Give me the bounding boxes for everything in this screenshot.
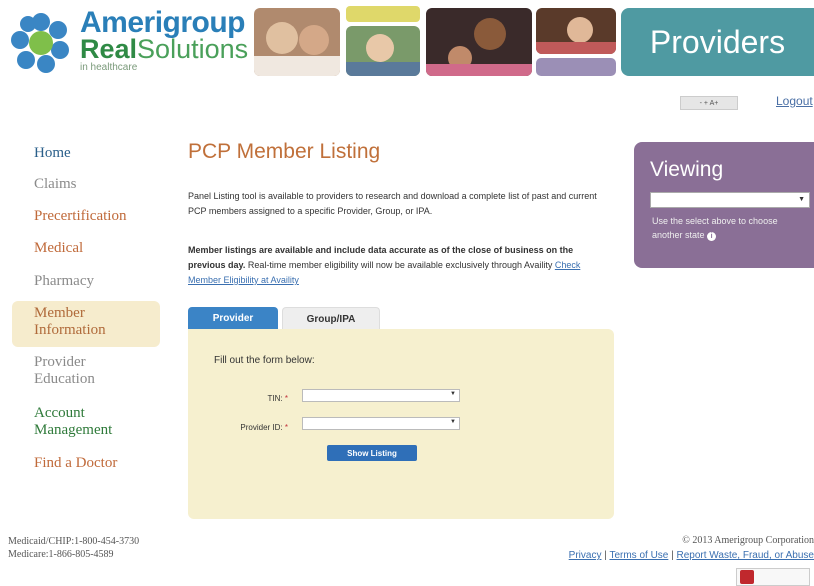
footer-copyright: © 2013 Amerigroup Corporation xyxy=(682,535,814,546)
show-listing-button[interactable]: Show Listing xyxy=(327,445,417,461)
chevron-down-icon: ▼ xyxy=(450,419,456,425)
form-intro-text: Fill out the form below: xyxy=(214,355,315,366)
tab-group-ipa[interactable]: Group/IPA xyxy=(282,307,380,330)
logout-link[interactable]: Logout xyxy=(776,94,813,108)
info-icon[interactable]: i xyxy=(707,232,717,241)
amerigroup-logo-icon xyxy=(8,10,74,76)
viewing-note: Use the select above to choose another s… xyxy=(652,216,778,241)
intro-paragraph: Panel Listing tool is available to provi… xyxy=(188,191,597,216)
logo-tagline: in healthcare xyxy=(80,62,138,73)
chevron-down-icon: ▼ xyxy=(450,391,456,397)
report-waste-link[interactable]: Report Waste, Fraud, or Abuse xyxy=(677,550,814,561)
adobe-reader-badge[interactable] xyxy=(736,568,810,586)
nav-item-pharmacy[interactable]: Pharmacy xyxy=(34,273,94,290)
privacy-link[interactable]: Privacy xyxy=(569,550,602,561)
tin-select[interactable]: ▼ xyxy=(302,389,460,402)
viewing-title: Viewing xyxy=(650,158,724,181)
provider-id-select[interactable]: ▼ xyxy=(302,417,460,430)
font-size-controls[interactable]: - + A+ xyxy=(680,96,738,110)
nav-item-medical[interactable]: Medical xyxy=(34,240,83,257)
providers-section-title: Providers xyxy=(621,8,814,76)
medicaid-phone: Medicaid/CHIP:1-800-454-3730 xyxy=(8,536,140,547)
chevron-down-icon: ▼ xyxy=(798,196,805,203)
header-photo-child xyxy=(346,26,420,76)
nav-item-home[interactable]: Home xyxy=(34,145,71,162)
header-photo-family xyxy=(254,8,340,76)
nav-item-account-management[interactable]: Account Management xyxy=(34,405,144,439)
nav-item-member-information[interactable]: Member Information xyxy=(34,305,134,339)
viewing-state-panel: Viewing ▼ Use the select above to choose… xyxy=(634,142,814,268)
provider-id-label: Provider ID: * xyxy=(240,423,288,432)
nav-item-provider-education[interactable]: Provider Education xyxy=(34,354,134,388)
header-decoration-bar xyxy=(346,6,420,22)
footer-links: Privacy | Terms of Use | Report Waste, F… xyxy=(568,550,814,561)
eligibility-paragraph: Member listings are available and includ… xyxy=(188,245,581,285)
logo-realsolutions-text: RealSolutions xyxy=(80,34,249,64)
header-photo-girl xyxy=(536,8,616,54)
terms-of-use-link[interactable]: Terms of Use xyxy=(609,550,668,561)
nav-item-find-a-doctor[interactable]: Find a Doctor xyxy=(34,455,117,472)
tin-label: TIN: * xyxy=(267,394,288,403)
nav-item-precertification[interactable]: Precertification xyxy=(34,208,126,225)
header-photo-mother-baby xyxy=(426,8,532,76)
tab-provider[interactable]: Provider xyxy=(188,307,278,329)
adobe-pdf-icon xyxy=(740,570,754,584)
state-select[interactable]: ▼ xyxy=(650,192,810,208)
nav-item-claims[interactable]: Claims xyxy=(34,176,77,193)
medicare-phone: Medicare:1-866-805-4589 xyxy=(8,549,114,560)
header-decoration-bar-purple xyxy=(536,58,616,76)
page-title: PCP Member Listing xyxy=(188,140,381,163)
footer-phone-numbers: Medicaid/CHIP:1-800-454-3730 Medicare:1-… xyxy=(8,535,139,561)
